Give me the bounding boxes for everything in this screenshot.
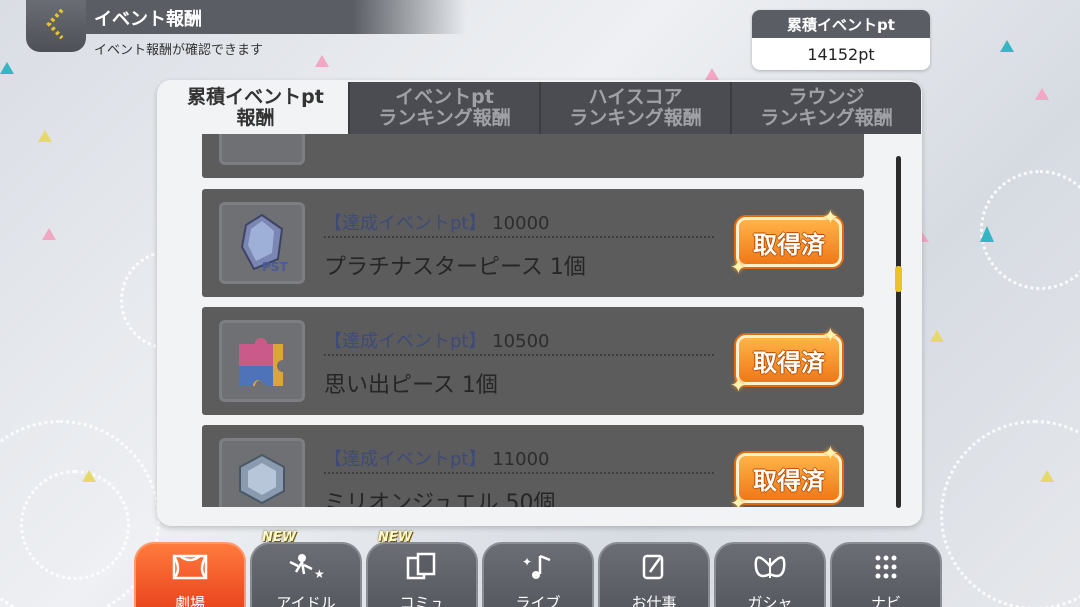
tab-lounge-ranking-rewards[interactable]: ラウンジ ランキング報酬: [730, 82, 921, 134]
accumulated-points-value: 14152pt: [807, 44, 875, 64]
list-item: 【達成イベントpt】 11000 ミリオンジュエル 50個 取得済 ✦ ✦: [202, 425, 864, 507]
page-subtitle: イベント報酬が確認できます: [94, 43, 264, 58]
condition-tag: 【達成イベントpt】: [324, 331, 487, 352]
svg-text:✦: ✦: [522, 555, 532, 569]
tab-accumulated-pt-rewards[interactable]: 累積イベントpt 報酬: [163, 82, 348, 134]
nav-navi[interactable]: ナビ: [830, 542, 942, 607]
sparkle-icon: ✦: [730, 373, 747, 397]
memory-piece-icon: [219, 320, 305, 402]
accumulated-points-box: 累積イベントpt 14152pt: [752, 10, 930, 70]
tab-label-line2: 報酬: [236, 107, 275, 129]
accumulated-points-label: 累積イベントpt: [752, 10, 930, 38]
nav-live[interactable]: ✦ ライブ: [482, 542, 594, 607]
reward-condition: 【達成イベントpt】 11000: [324, 445, 549, 471]
new-badge: NEW: [378, 530, 413, 545]
tab-event-pt-ranking-rewards[interactable]: イベントpt ランキング報酬: [348, 82, 539, 134]
work-icon: [634, 552, 674, 586]
nav-label: 劇場: [174, 594, 205, 607]
condition-points: 11000: [492, 449, 550, 470]
reward-condition: 【達成イベントpt】 10000: [324, 209, 549, 235]
theater-icon: [170, 552, 210, 586]
tab-label-line1: イベントpt: [395, 86, 494, 108]
condition-points: 10500: [492, 331, 550, 352]
navi-icon: [866, 552, 906, 586]
back-button[interactable]: [26, 0, 86, 52]
nav-idol[interactable]: NEW ★ アイドル: [250, 530, 362, 607]
scrollbar-track[interactable]: [896, 156, 901, 508]
sparkle-icon: ✦: [822, 441, 839, 465]
sparkle-icon: ✦: [822, 205, 839, 229]
tab-label-line2: ランキング報酬: [569, 107, 702, 129]
reward-item-icon: [219, 134, 305, 165]
nav-commu[interactable]: NEW コミュ: [366, 530, 478, 607]
divider: [324, 354, 714, 356]
scrollbar-thumb[interactable]: [895, 266, 902, 292]
nav-label: ライブ: [515, 594, 561, 607]
nav-label: コミュ: [399, 594, 445, 607]
sparkle-icon: ✦: [822, 323, 839, 347]
divider: [324, 472, 714, 474]
nav-label: ガシャ: [747, 594, 793, 607]
nav-gacha[interactable]: ガシャ: [714, 542, 826, 607]
nav-label: アイドル: [276, 594, 336, 607]
reward-name: ミリオンジュエル 50個: [324, 491, 556, 507]
tab-highscore-ranking-rewards[interactable]: ハイスコア ランキング報酬: [539, 82, 730, 134]
sparkle-icon: ✦: [730, 491, 747, 507]
million-jewel-icon: [219, 438, 305, 507]
tab-label-line2: ランキング報酬: [378, 107, 511, 129]
condition-points: 10000: [492, 213, 550, 234]
tab-label-line1: 累積イベントpt: [187, 86, 324, 108]
nav-label: お仕事: [631, 594, 677, 607]
tab-label-line2: ランキング報酬: [760, 107, 893, 129]
bottom-nav: 劇場 NEW ★ アイドル NEW コミュ ✦ ライブ お仕事 ガシャ ナビ: [134, 530, 947, 607]
gacha-icon: [750, 552, 790, 586]
commu-icon: [402, 552, 442, 586]
new-badge: NEW: [262, 530, 297, 545]
reward-name: プラチナスターピース 1個: [324, 255, 586, 280]
list-item: [202, 134, 864, 178]
condition-tag: 【達成イベントpt】: [324, 449, 487, 470]
reward-tabs: 累積イベントpt 報酬 イベントpt ランキング報酬 ハイスコア ランキング報酬…: [163, 82, 921, 134]
reward-condition: 【達成イベントpt】 10500: [324, 327, 549, 353]
list-item: 【達成イベントpt】 10500 思い出ピース 1個 取得済 ✦ ✦: [202, 307, 864, 415]
sparkle-icon: ✦: [730, 255, 747, 279]
reward-name: 思い出ピース 1個: [324, 373, 498, 398]
nav-work[interactable]: お仕事: [598, 542, 710, 607]
divider: [324, 236, 714, 238]
condition-tag: 【達成イベントpt】: [324, 213, 487, 234]
page-title: イベント報酬: [94, 9, 202, 30]
platinum-star-piece-icon: PST: [219, 202, 305, 284]
svg-text:PST: PST: [262, 260, 288, 274]
nav-label: ナビ: [870, 594, 901, 607]
chevron-left-icon: [42, 7, 70, 45]
svg-text:★: ★: [314, 567, 325, 581]
reward-list[interactable]: PST 【達成イベントpt】 10000 プラチナスターピース 1個 取得済 ✦…: [200, 134, 866, 507]
tab-label-line1: ラウンジ: [788, 86, 865, 108]
nav-theater[interactable]: 劇場: [134, 542, 246, 607]
idol-icon: ★: [286, 552, 326, 586]
tab-label-line1: ハイスコア: [588, 86, 683, 108]
list-item: PST 【達成イベントpt】 10000 プラチナスターピース 1個 取得済 ✦…: [202, 189, 864, 297]
live-icon: ✦: [518, 552, 558, 586]
